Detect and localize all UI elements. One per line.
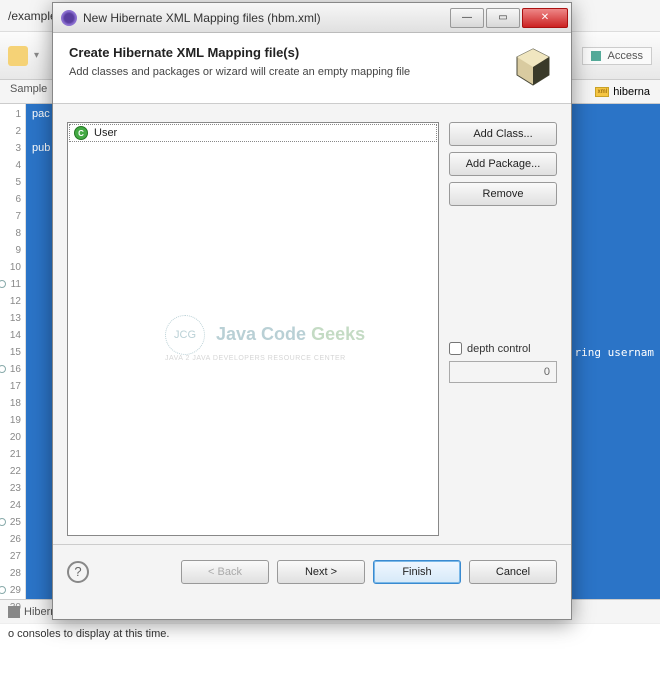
add-package-button[interactable]: Add Package... <box>449 152 557 176</box>
cancel-button[interactable]: Cancel <box>469 560 557 584</box>
line-number-gutter: 1234567891011121314151617181920212223242… <box>0 104 26 599</box>
depth-control-checkbox[interactable] <box>449 342 462 355</box>
xml-file-icon: xml <box>595 87 609 97</box>
ide-status-bar: o consoles to display at this time. <box>0 623 660 647</box>
access-icon <box>591 51 601 61</box>
add-class-button[interactable]: Add Class... <box>449 122 557 146</box>
next-button[interactable]: Next > <box>277 560 365 584</box>
eclipse-icon <box>61 10 77 26</box>
dialog-subheading: Add classes and packages or wizard will … <box>69 66 501 78</box>
depth-control-row: depth control <box>449 342 557 355</box>
editor-tab-left[interactable]: Sample <box>0 80 57 103</box>
wizard-dialog: New Hibernate XML Mapping files (hbm.xml… <box>52 2 572 620</box>
minimize-button[interactable]: — <box>450 8 484 28</box>
back-button[interactable]: < Back <box>181 560 269 584</box>
remove-button[interactable]: Remove <box>449 182 557 206</box>
dialog-body: C User Add Class... Add Package... Remov… <box>53 104 571 544</box>
dialog-title: New Hibernate XML Mapping files (hbm.xml… <box>83 11 321 25</box>
list-item[interactable]: C User <box>69 124 437 142</box>
dialog-titlebar[interactable]: New Hibernate XML Mapping files (hbm.xml… <box>53 3 571 33</box>
maximize-button[interactable]: ▭ <box>486 8 520 28</box>
code-fragment-right: ring usernam <box>575 346 654 359</box>
help-icon[interactable]: ? <box>67 561 89 583</box>
depth-control-label: depth control <box>467 343 531 355</box>
depth-control-input[interactable] <box>449 361 557 383</box>
quick-access-button[interactable]: Access <box>582 47 652 65</box>
path-fragment: /example <box>8 9 57 23</box>
finish-button[interactable]: Finish <box>373 560 461 584</box>
toolbar-dropdown-icon[interactable]: ▾ <box>34 50 39 61</box>
dialog-heading: Create Hibernate XML Mapping file(s) <box>69 45 501 60</box>
dialog-header: Create Hibernate XML Mapping file(s) Add… <box>53 33 571 104</box>
class-list-panel[interactable]: C User <box>67 122 439 536</box>
toolbar-icon[interactable] <box>8 46 28 66</box>
window-buttons: — ▭ ✕ <box>449 8 569 28</box>
close-button[interactable]: ✕ <box>522 8 568 28</box>
hibernate-logo-icon <box>511 45 555 89</box>
class-icon: C <box>74 126 88 140</box>
side-controls: Add Class... Add Package... Remove depth… <box>449 122 557 536</box>
editor-tab-right[interactable]: xml hiberna <box>595 80 660 103</box>
list-item-label: User <box>94 127 117 139</box>
dialog-footer: ? < Back Next > Finish Cancel <box>53 544 571 598</box>
